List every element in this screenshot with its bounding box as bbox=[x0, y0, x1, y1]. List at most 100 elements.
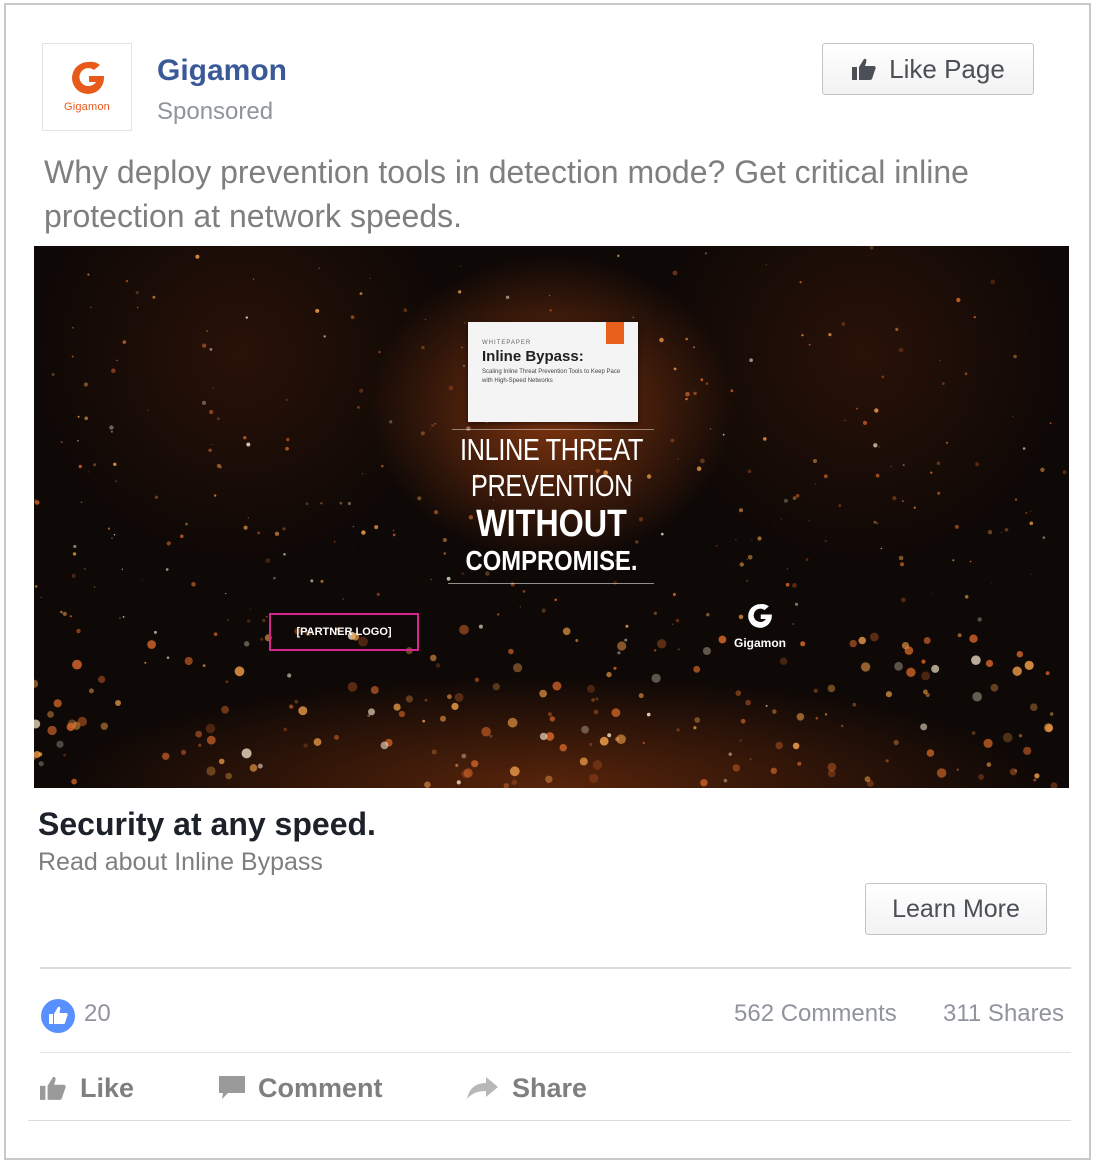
page-name-link[interactable]: Gigamon bbox=[157, 54, 287, 88]
sparkle-dot bbox=[931, 664, 940, 673]
brand-logo: Gigamon bbox=[720, 601, 800, 650]
sparkle-dot bbox=[956, 297, 961, 303]
sparkle-dot bbox=[653, 611, 657, 615]
sparkle-dot bbox=[216, 417, 220, 421]
sparkle-dot bbox=[749, 757, 752, 760]
share-label: Share bbox=[512, 1072, 588, 1103]
sparkle-dot bbox=[522, 590, 526, 593]
sparkle-dot bbox=[704, 252, 707, 255]
sparkle-dot bbox=[209, 348, 213, 351]
sparkle-dot bbox=[797, 761, 802, 766]
sparkle-dot bbox=[430, 654, 437, 662]
sparkle-dot bbox=[611, 708, 621, 717]
sparkle-dot bbox=[675, 618, 680, 623]
sparkle-dot bbox=[359, 292, 363, 295]
sparkle-dot bbox=[552, 681, 562, 691]
like-count[interactable]: 20 bbox=[84, 1000, 111, 1028]
sparkle-dot bbox=[136, 306, 139, 309]
sparkle-dot bbox=[956, 768, 959, 771]
like-reaction-icon[interactable] bbox=[40, 998, 76, 1034]
comment-button[interactable]: Comment bbox=[218, 1070, 383, 1106]
sparkle-dot bbox=[83, 382, 88, 387]
sparkle-dot bbox=[40, 596, 42, 598]
sparkle-dot bbox=[613, 666, 617, 670]
divider bbox=[40, 1052, 1071, 1053]
sparkle-dot bbox=[541, 608, 546, 613]
sparkle-dot bbox=[350, 315, 355, 320]
sparkle-dot bbox=[195, 254, 200, 259]
sparkle-dot bbox=[245, 316, 248, 319]
sparkle-dot bbox=[184, 656, 193, 666]
sparkle-dot bbox=[66, 722, 75, 732]
sparkle-dot bbox=[509, 766, 520, 777]
sparkle-dot bbox=[740, 718, 746, 724]
sparkle-dot bbox=[497, 613, 500, 616]
sparkle-dot bbox=[702, 647, 711, 655]
sparkle-dot bbox=[323, 429, 324, 431]
sparkle-dot bbox=[507, 717, 518, 728]
sparkle-dot bbox=[1012, 416, 1014, 418]
sponsored-label[interactable]: Sponsored bbox=[157, 98, 273, 126]
sparkle-dot bbox=[380, 741, 389, 750]
sparkle-dot bbox=[694, 717, 701, 723]
sparkle-dot bbox=[206, 330, 208, 333]
sparkle-dot bbox=[115, 700, 121, 706]
sparkle-dot bbox=[403, 308, 408, 313]
sparkle-dot bbox=[638, 693, 644, 699]
sparkle-dot bbox=[693, 391, 697, 396]
sparkle-dot bbox=[241, 748, 252, 759]
link-title[interactable]: Security at any speed. bbox=[38, 806, 376, 843]
sparkle-dot bbox=[202, 343, 207, 348]
sparkle-dot bbox=[508, 648, 514, 655]
ad-image[interactable]: WHITEPAPER Inline Bypass: Scaling Inline… bbox=[34, 246, 1069, 788]
share-button[interactable]: Share bbox=[466, 1070, 587, 1106]
sparkle-dot bbox=[313, 738, 322, 746]
sparkle-dot bbox=[142, 579, 143, 581]
sparkle-dot bbox=[347, 682, 358, 692]
comments-count[interactable]: 562 Comments bbox=[734, 1000, 897, 1028]
sparkle-dot bbox=[38, 761, 44, 767]
sparkle-dot bbox=[455, 763, 459, 768]
sparkle-dot bbox=[378, 350, 381, 354]
sparkle-dot bbox=[461, 346, 463, 349]
sparkle-dot bbox=[591, 698, 595, 702]
sparkle-dot bbox=[792, 583, 797, 588]
sparkle-dot bbox=[90, 306, 92, 308]
learn-more-button[interactable]: Learn More bbox=[865, 883, 1047, 935]
sparkle-dot bbox=[1009, 768, 1018, 776]
sparkle-dot bbox=[71, 778, 77, 785]
sparkle-dot bbox=[869, 246, 874, 250]
sparkle-dot bbox=[294, 699, 299, 704]
sparkle-dot bbox=[549, 294, 551, 297]
sparkle-dot bbox=[772, 709, 777, 714]
page-avatar[interactable]: Gigamon bbox=[42, 43, 132, 131]
sparkle-dot bbox=[209, 409, 214, 415]
partner-logo-placeholder: [PARTNER LOGO] bbox=[269, 613, 419, 651]
sparkle-dot bbox=[972, 691, 982, 702]
sparkle-dot bbox=[841, 322, 846, 326]
sparkle-dot bbox=[562, 627, 571, 636]
sparkle-dot bbox=[732, 764, 740, 772]
sparkle-dot bbox=[1034, 773, 1040, 779]
link-description[interactable]: Read about Inline Bypass bbox=[38, 848, 323, 877]
sparkle-dot bbox=[434, 423, 437, 425]
sparkle-dot bbox=[1023, 746, 1032, 755]
sparkle-dot bbox=[677, 648, 680, 651]
sparkle-dot bbox=[651, 673, 661, 683]
shares-count[interactable]: 311 Shares bbox=[943, 1000, 1064, 1028]
sparkle-dot bbox=[1002, 732, 1013, 743]
sparkle-dot bbox=[376, 592, 380, 596]
sparkle-dot bbox=[359, 388, 364, 393]
sparkle-dot bbox=[503, 783, 509, 788]
sparkle-dot bbox=[334, 734, 339, 740]
sparkle-dot bbox=[201, 400, 207, 405]
sparkle-dot bbox=[1045, 671, 1050, 676]
sparkle-dot bbox=[122, 340, 127, 344]
like-button[interactable]: Like bbox=[38, 1070, 134, 1106]
sparkle-dot bbox=[1033, 778, 1037, 782]
sparkle-dot bbox=[111, 368, 116, 373]
headline-line-3: WITHOUT bbox=[476, 503, 627, 545]
sparkle-dot bbox=[34, 679, 39, 688]
headline-line-2: PREVENTION bbox=[470, 468, 633, 503]
like-page-button[interactable]: Like Page bbox=[822, 43, 1034, 95]
